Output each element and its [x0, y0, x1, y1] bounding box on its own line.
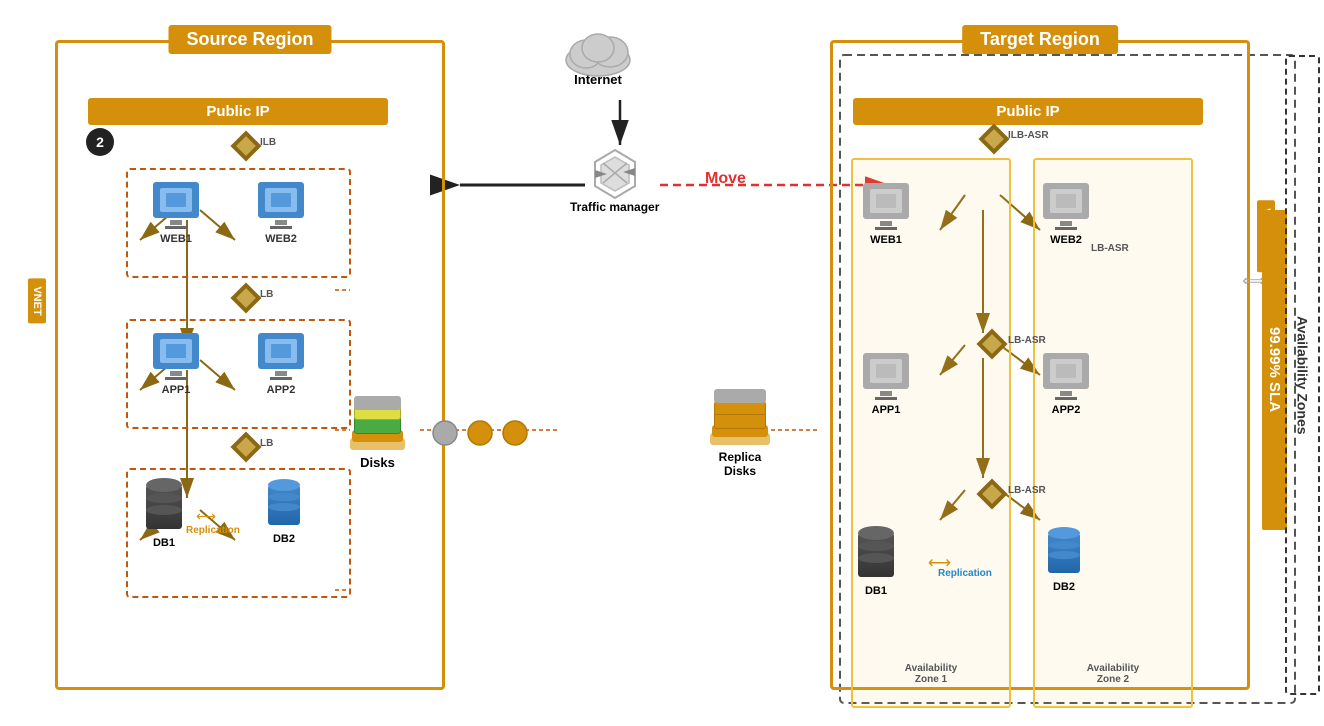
- source-db1: DB1: [146, 485, 182, 549]
- az2-label: AvailabilityZone 2: [1048, 663, 1178, 685]
- source-app2-vm: APP2: [258, 333, 304, 396]
- lb2-label-source: LB: [260, 438, 273, 449]
- target-db2: DB2: [1048, 533, 1080, 593]
- target-app2-vm: APP2: [1043, 353, 1089, 416]
- az1-label: AvailabilityZone 1: [871, 663, 991, 685]
- source-public-ip-bar: Public IP: [88, 98, 388, 125]
- source-db-box: DB1 ⟷ Replication DB2: [126, 468, 351, 598]
- lb1-label-source: LB: [260, 289, 273, 300]
- lb2-diamond-source: [235, 436, 257, 458]
- target-web2-vm: WEB2: [1043, 183, 1089, 246]
- internet-cloud: Internet: [558, 22, 638, 87]
- replica-disks-icon: Replica Disks: [710, 380, 770, 479]
- availability-zones-label: Availability Zones: [1285, 55, 1320, 695]
- source-web1-vm: WEB1: [153, 182, 199, 245]
- disks-icon: Disks: [350, 390, 405, 470]
- target-db1: DB1: [858, 533, 894, 597]
- replication-dots: [430, 418, 590, 453]
- source-web-box: WEB1 WEB2: [126, 168, 351, 278]
- ilb-label-source: ILB: [260, 137, 276, 148]
- target-region-label: Target Region: [962, 25, 1118, 54]
- lb-asr1-text: LB-ASR: [1008, 335, 1046, 346]
- sla-label: 99.99% SLA: [1262, 210, 1287, 530]
- target-region-box: Target Region VNET-ASR ⟺ Public IP ILB-A…: [830, 40, 1250, 690]
- num-badge-2: 2: [86, 128, 114, 156]
- source-replication-arrow: ⟷: [196, 508, 216, 525]
- source-web2-vm: WEB2: [258, 182, 304, 245]
- lb-asr1-diamond: [981, 333, 1003, 355]
- target-app1-vm: APP1: [863, 353, 909, 416]
- source-app1-vm: APP1: [153, 333, 199, 396]
- lb-asr1-label-pos: LB-ASR: [1091, 243, 1129, 254]
- lb-asr2-diamond: [981, 483, 1003, 505]
- ilb-diamond-source: [235, 135, 257, 157]
- diagram-container: Source Region VNET Public IP 2 ILB: [0, 0, 1324, 726]
- source-region-label: Source Region: [168, 25, 331, 54]
- target-web1-vm: WEB1: [863, 183, 909, 246]
- lb1-diamond-source: [235, 287, 257, 309]
- target-public-ip-bar: Public IP: [853, 98, 1203, 125]
- source-app-box: APP1 APP2: [126, 319, 351, 429]
- traffic-manager-icon: Traffic manager: [570, 145, 659, 216]
- ilb-asr-label: ILB-ASR: [1008, 130, 1049, 141]
- source-db2: DB2: [268, 485, 300, 545]
- source-region-box: Source Region VNET Public IP 2 ILB: [55, 40, 445, 690]
- move-label: Move: [705, 170, 746, 188]
- source-replication-label: Replication: [186, 525, 240, 536]
- target-replication-arrow: ⟷: [928, 553, 951, 573]
- ilb-asr-diamond: [983, 128, 1005, 150]
- replica-disks-label: Replica Disks: [719, 450, 762, 479]
- lb-asr2-text: LB-ASR: [1008, 485, 1046, 496]
- vnet-label: VNET: [28, 278, 46, 323]
